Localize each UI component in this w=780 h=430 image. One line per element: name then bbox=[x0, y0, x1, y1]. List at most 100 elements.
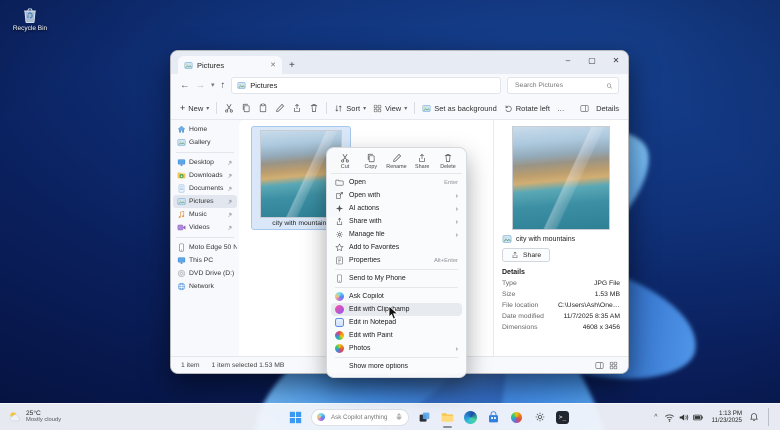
new-tab-button[interactable]: + bbox=[289, 61, 295, 71]
gallery-icon bbox=[177, 138, 186, 147]
copilot-search-input[interactable] bbox=[329, 413, 391, 422]
context-menu-item-properties[interactable]: Properties Alt+Enter bbox=[331, 254, 462, 267]
maximize-button[interactable]: ▢ bbox=[580, 51, 604, 70]
sidebar-item-videos[interactable]: Videos bbox=[173, 221, 237, 234]
weather-widget[interactable]: 25°C Mostly cloudy bbox=[8, 410, 61, 424]
context-menu-item-open-with[interactable]: Open with › bbox=[331, 189, 462, 202]
explorer-tab[interactable]: Pictures ✕ bbox=[178, 56, 282, 74]
context-menu-item-photos[interactable]: Photos › bbox=[331, 342, 462, 355]
sidebar-item-this-pc[interactable]: This PC bbox=[173, 254, 237, 267]
weather-condition: Mostly cloudy bbox=[26, 417, 61, 424]
search-input[interactable] bbox=[513, 81, 603, 90]
music-icon bbox=[177, 210, 186, 219]
context-menu-item-ask-copilot[interactable]: Ask Copilot bbox=[331, 290, 462, 303]
close-button[interactable]: ✕ bbox=[604, 51, 628, 70]
this-pc-icon bbox=[177, 256, 186, 265]
context-menu-item-manage-file[interactable]: Manage file › bbox=[331, 228, 462, 241]
taskbar-store[interactable] bbox=[486, 410, 501, 425]
details-row-modified: Date modified 11/7/2025 8:35 AM bbox=[502, 313, 620, 320]
network-icon bbox=[177, 282, 186, 291]
new-button[interactable]: + New ▾ bbox=[180, 103, 209, 113]
up-button[interactable]: ↑ bbox=[221, 81, 226, 91]
context-menu-item-share-with[interactable]: Share with › bbox=[331, 215, 462, 228]
notifications-bell-icon[interactable] bbox=[749, 412, 759, 422]
sidebar-item-pictures[interactable]: Pictures bbox=[173, 195, 237, 208]
context-cut-button[interactable]: Cut bbox=[334, 153, 356, 170]
manage-file-icon bbox=[335, 230, 344, 239]
copilot-icon bbox=[317, 413, 325, 421]
context-menu-item-add-to-favorites[interactable]: Add to Favorites bbox=[331, 241, 462, 254]
sidebar-item-home[interactable]: Home bbox=[173, 123, 237, 136]
context-menu-item-show-more-options[interactable]: Show more options bbox=[331, 360, 462, 373]
selection-summary: 1 item selected 1.53 MB bbox=[212, 362, 285, 369]
more-options-button[interactable]: … bbox=[557, 104, 565, 113]
tab-close-icon[interactable]: ✕ bbox=[270, 61, 276, 69]
sort-button[interactable]: Sort ▾ bbox=[334, 104, 366, 113]
context-menu-item-send-to-phone[interactable]: Send to My Phone bbox=[331, 272, 462, 285]
context-delete-button[interactable]: Delete bbox=[437, 153, 459, 170]
ai-actions-icon bbox=[335, 204, 344, 213]
rename-button[interactable] bbox=[275, 103, 285, 113]
copy-button[interactable] bbox=[241, 103, 251, 113]
back-button[interactable]: ← bbox=[180, 81, 190, 91]
hidden-icons-chevron[interactable]: ^ bbox=[654, 414, 657, 421]
image-icon bbox=[502, 234, 512, 244]
context-quick-actions: Cut Copy Rename Share Delete bbox=[331, 152, 462, 174]
taskbar-edge[interactable] bbox=[463, 410, 478, 425]
submenu-chevron-icon: › bbox=[456, 345, 459, 353]
sidebar-item-music[interactable]: Music bbox=[173, 208, 237, 221]
file-explorer-icon bbox=[441, 411, 454, 424]
taskbar-terminal[interactable]: >_ bbox=[555, 410, 570, 425]
taskbar-photos[interactable] bbox=[509, 410, 524, 425]
delete-button[interactable] bbox=[309, 103, 319, 113]
sidebar-item-gallery[interactable]: Gallery bbox=[173, 136, 237, 149]
list-view-toggle[interactable] bbox=[595, 361, 604, 370]
context-copy-button[interactable]: Copy bbox=[360, 153, 382, 170]
task-view-button[interactable] bbox=[417, 410, 432, 425]
details-share-button[interactable]: Share bbox=[502, 248, 550, 262]
copilot-search-box[interactable] bbox=[311, 409, 409, 426]
share-button[interactable] bbox=[292, 103, 302, 113]
chevron-down-icon: ▾ bbox=[404, 105, 407, 112]
address-bar[interactable]: Pictures bbox=[231, 77, 501, 94]
view-button[interactable]: View ▾ bbox=[373, 104, 407, 113]
thumbnail-view-toggle[interactable] bbox=[609, 361, 618, 370]
clock[interactable]: 1:13 PM 11/23/2025 bbox=[711, 410, 742, 425]
sidebar-item-dvd-drive[interactable]: DVD Drive (D:) bbox=[173, 267, 237, 280]
recycle-bin-label: Recycle Bin bbox=[13, 25, 47, 32]
search-box[interactable] bbox=[507, 77, 619, 94]
context-menu-item-open[interactable]: Open Enter bbox=[331, 176, 462, 189]
context-menu-item-edit-with-paint[interactable]: Edit with Paint bbox=[331, 329, 462, 342]
minimize-button[interactable]: – bbox=[556, 51, 580, 70]
taskbar-file-explorer[interactable] bbox=[440, 410, 455, 425]
sidebar-item-desktop[interactable]: Desktop bbox=[173, 156, 237, 169]
submenu-chevron-icon: › bbox=[456, 218, 459, 226]
recent-locations-icon[interactable]: ▾ bbox=[211, 82, 215, 89]
details-pane-toggle[interactable]: Details bbox=[580, 104, 619, 113]
context-rename-button[interactable]: Rename bbox=[386, 153, 408, 170]
sidebar-item-downloads[interactable]: Downloads bbox=[173, 169, 237, 182]
show-desktop-button[interactable] bbox=[768, 408, 772, 426]
edge-icon bbox=[464, 411, 477, 424]
set-as-background-button[interactable]: Set as background bbox=[422, 104, 497, 113]
item-count: 1 item bbox=[181, 362, 200, 369]
sidebar-item-documents[interactable]: Documents bbox=[173, 182, 237, 195]
volume-icon bbox=[678, 412, 689, 423]
pin-icon bbox=[227, 186, 233, 192]
cut-button[interactable] bbox=[224, 103, 234, 113]
sidebar-item-phone[interactable]: Moto Edge 50 N bbox=[173, 241, 237, 254]
start-button[interactable] bbox=[288, 410, 303, 425]
pictures-icon bbox=[177, 197, 186, 206]
context-share-button[interactable]: Share bbox=[411, 153, 433, 170]
forward-button[interactable]: → bbox=[196, 81, 206, 91]
weather-temp: 25°C bbox=[26, 410, 61, 418]
paste-button[interactable] bbox=[258, 103, 268, 113]
sidebar-item-network[interactable]: Network bbox=[173, 280, 237, 293]
taskbar-settings[interactable] bbox=[532, 410, 547, 425]
recycle-bin[interactable]: Recycle Bin bbox=[10, 6, 50, 32]
rotate-left-button[interactable]: Rotate left bbox=[504, 104, 550, 113]
desktop: Recycle Bin Pictures ✕ + – ▢ ✕ ← → ▾ ↑ P… bbox=[0, 0, 780, 430]
system-tray[interactable] bbox=[664, 412, 704, 423]
context-menu-item-ai-actions[interactable]: AI actions › bbox=[331, 202, 462, 215]
notepad-icon bbox=[335, 318, 344, 327]
